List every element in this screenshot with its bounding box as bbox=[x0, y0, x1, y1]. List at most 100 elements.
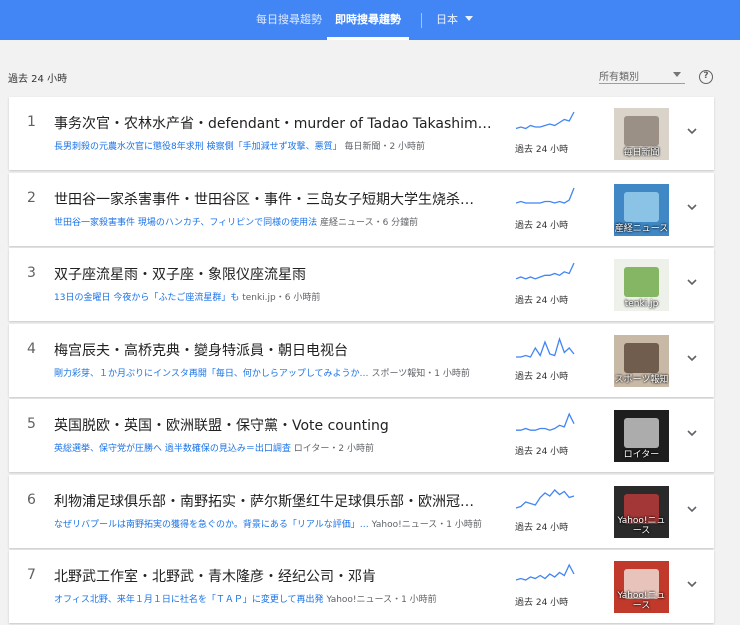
trend-article-line: 13日の金曜日 今夜から「ふたご座流星群」も tenki.jp・6 小時前 bbox=[54, 290, 506, 303]
trend-article-line: なぜリバプールは南野拓実の獲得を急ぐのか。背景にある「リアルな評価」… Yaho… bbox=[54, 517, 506, 530]
trend-article-line: 世田谷一家殺害事件 現場のハンカチ、フィリピンで同様の使用法 産経ニュース・6 … bbox=[54, 215, 506, 228]
trend-thumbnail[interactable]: tenki.jp bbox=[614, 259, 669, 311]
tab-realtime-trends[interactable]: 即時搜尋趨勢 bbox=[327, 0, 409, 40]
article-source-text: 産経ニュース・6 分鐘前 bbox=[320, 217, 419, 228]
trend-article-line: 剛力彩芽、１か月ぶりにインスタ再開「毎日、何かしらアップしてみようか… スポーツ… bbox=[54, 366, 506, 379]
sparkline-line bbox=[515, 111, 575, 130]
trend-title[interactable]: 英国脱欧・英国・欧洲联盟・保守黨・Vote counting bbox=[54, 415, 499, 435]
category-dropdown[interactable]: 所有類別 bbox=[599, 66, 685, 84]
chevron-down-icon[interactable] bbox=[685, 352, 699, 364]
article-link[interactable]: オフィス北野、来年１月１日に社名を「ＴＡＰ」に変更して再出発 bbox=[54, 595, 324, 605]
sparkline-line bbox=[515, 187, 575, 204]
thumbnail-subject bbox=[624, 116, 659, 146]
article-source-text: Yahoo!ニュース・1 小時前 bbox=[371, 519, 482, 530]
trend-rank: 5 bbox=[27, 416, 36, 432]
trend-card[interactable]: 6 利物浦足球俱乐部・南野拓实・萨尔斯堡红牛足球俱乐部・欧洲冠… なぜリバプールは南… bbox=[9, 474, 714, 548]
trend-title[interactable]: 世田谷一家杀害事件・世田谷区・事件・三岛女子短期大学生烧杀… bbox=[54, 189, 499, 209]
country-selector[interactable]: 日本 bbox=[436, 0, 458, 40]
trend-thumbnail[interactable]: 毎日新聞 bbox=[614, 108, 669, 160]
chevron-down-icon[interactable] bbox=[685, 276, 699, 288]
sparkline-label: 過去 24 小時 bbox=[515, 296, 569, 306]
article-source: スポーツ報知・1 小時前 bbox=[369, 368, 470, 379]
trend-rank: 7 bbox=[27, 567, 36, 583]
trend-title[interactable]: 双子座流星雨・双子座・象限仪座流星雨 bbox=[54, 264, 499, 284]
article-link[interactable]: なぜリバプールは南野拓実の獲得を急ぐのか。背景にある「リアルな評価」… bbox=[54, 520, 369, 530]
article-source: Yahoo!ニュース・1 小時前 bbox=[369, 520, 482, 530]
category-dropdown-value[interactable]: 所有類別 bbox=[599, 68, 639, 83]
trend-title[interactable]: 梅宫辰夫・高桥克典・變身特派員・朝日电视台 bbox=[54, 340, 499, 360]
sparkline-line bbox=[516, 412, 575, 431]
top-bar: 每日搜尋趨勢 即時搜尋趨勢 日本 bbox=[0, 0, 740, 40]
article-source-text: ロイター・2 小時前 bbox=[293, 444, 374, 454]
sparkline-label: 過去 24 小時 bbox=[515, 145, 569, 155]
caret-down-icon[interactable] bbox=[465, 16, 473, 21]
trend-rank: 6 bbox=[27, 491, 36, 508]
trend-title[interactable]: 利物浦足球俱乐部・南野拓实・萨尔斯堡红牛足球俱乐部・欧洲冠… bbox=[54, 491, 499, 511]
sparkline-line bbox=[515, 488, 575, 509]
trend-thumbnail[interactable]: Yahoo!ニュース bbox=[614, 561, 669, 613]
sparkline-chart bbox=[515, 111, 575, 130]
trend-card[interactable]: 5 英国脱欧・英国・欧洲联盟・保守黨・Vote counting 英総選挙、保守党が… bbox=[9, 399, 714, 472]
thumbnail-subject bbox=[624, 267, 659, 297]
trend-article-line: 長男刺殺の元農水次官に懲役8年求刑 検察側「手加減せず攻撃、悪質」 毎日新聞・2… bbox=[54, 139, 506, 152]
trend-card[interactable]: 2 世田谷一家杀害事件・世田谷区・事件・三岛女子短期大学生烧杀… 世田谷一家殺害事件… bbox=[9, 172, 714, 246]
trend-rank: 2 bbox=[27, 189, 36, 206]
sparkline-label: 過去 24 小時 bbox=[515, 598, 569, 608]
trend-title[interactable]: 事务次官・农林水产省・defendant・murder of Tadao Tak… bbox=[54, 113, 499, 133]
tab-divider bbox=[421, 13, 422, 28]
chevron-down-icon[interactable] bbox=[685, 201, 699, 213]
timeframe-label: 過去 24 小時 bbox=[8, 74, 68, 85]
article-source: ロイター・2 小時前 bbox=[291, 444, 374, 454]
trend-article-line: オフィス北野、来年１月１日に社名を「ＴＡＰ」に変更して再出発 Yahoo!ニュー… bbox=[54, 592, 506, 605]
trend-thumbnail[interactable]: スポーツ報知 bbox=[614, 334, 669, 387]
thumbnail-subject bbox=[624, 191, 659, 222]
sparkline-line bbox=[515, 563, 575, 581]
trend-title[interactable]: 北野武工作室・北野武・青木隆彦・经纪公司・邓肯 bbox=[54, 566, 499, 586]
trend-rank: 1 bbox=[27, 114, 36, 130]
article-source-text: tenki.jp・6 小時前 bbox=[242, 293, 321, 303]
article-source-text: Yahoo!ニュース・1 小時前 bbox=[326, 595, 437, 605]
trend-card[interactable]: 1 事务次官・农林水产省・defendant・murder of Tadao Ta… bbox=[9, 97, 714, 170]
trend-article-line: 英総選挙、保守党が圧勝へ 過半数確保の見込み＝出口調査 ロイター・2 小時前 bbox=[54, 441, 506, 454]
trend-card[interactable]: 7 北野武工作室・北野武・青木隆彦・经纪公司・邓肯オフィス北野、来年１月１日に社名… bbox=[9, 550, 714, 623]
trend-rank: 3 bbox=[27, 265, 36, 281]
article-link[interactable]: 13日の金曜日 今夜から「ふたご座流星群」も bbox=[54, 293, 239, 303]
chevron-down-icon[interactable] bbox=[685, 578, 699, 590]
article-link[interactable]: 英総選挙、保守党が圧勝へ 過半数確保の見込み＝出口調査 bbox=[54, 444, 291, 454]
thumbnail-subject bbox=[624, 342, 659, 373]
sparkline-label: 過去 24 小時 bbox=[515, 522, 569, 533]
article-link[interactable]: 世田谷一家殺害事件 現場のハンカチ、フィリピンで同様の使用法 bbox=[54, 218, 317, 228]
article-source-text: スポーツ報知・1 小時前 bbox=[371, 368, 470, 379]
article-source: 毎日新聞・2 小時前 bbox=[342, 142, 425, 152]
thumbnail-source-label: ロイター bbox=[623, 450, 660, 460]
sparkline-chart bbox=[516, 412, 575, 431]
sparkline-chart bbox=[515, 187, 575, 204]
chevron-down-icon[interactable] bbox=[685, 503, 699, 515]
chevron-down-icon[interactable] bbox=[685, 125, 699, 137]
article-source-text: 毎日新聞・2 小時前 bbox=[344, 142, 426, 152]
article-source: Yahoo!ニュース・1 小時前 bbox=[324, 595, 437, 605]
article-source: 産経ニュース・6 分鐘前 bbox=[317, 218, 418, 228]
trend-thumbnail[interactable]: Yahoo!ニュース bbox=[614, 485, 669, 538]
thumbnail-source-label: 毎日新聞 bbox=[623, 148, 660, 158]
sparkline-line bbox=[516, 336, 575, 358]
sparkline-chart bbox=[515, 262, 575, 280]
article-link[interactable]: 剛力彩芽、１か月ぶりにインスタ再開「毎日、何かしらアップしてみようか… bbox=[54, 369, 369, 379]
trend-rank: 4 bbox=[27, 340, 36, 357]
tab-daily-trends[interactable]: 每日搜尋趨勢 bbox=[256, 0, 322, 40]
thumbnail-source-label: Yahoo!ニュース bbox=[617, 515, 666, 536]
thumbnail-source-label: スポーツ報知 bbox=[614, 374, 669, 385]
trend-card[interactable]: 4 梅宫辰夫・高桥克典・變身特派員・朝日电视台剛力彩芽、１か月ぶりにインスタ再開「… bbox=[9, 323, 714, 397]
sparkline-chart bbox=[515, 563, 575, 581]
article-link[interactable]: 長男刺殺の元農水次官に懲役8年求刑 検察側「手加減せず攻撃、悪質」 bbox=[54, 142, 342, 152]
caret-down-icon[interactable] bbox=[673, 72, 681, 77]
trend-card[interactable]: 3 双子座流星雨・双子座・象限仪座流星雨 13日の金曜日 今夜から「ふたご座流星群」… bbox=[9, 248, 714, 321]
sparkline-label: 過去 24 小時 bbox=[515, 220, 569, 231]
thumbnail-subject bbox=[624, 418, 659, 448]
trend-thumbnail[interactable]: 産経ニュース bbox=[614, 183, 669, 236]
thumbnail-source-label: 産経ニュース bbox=[614, 223, 669, 234]
help-icon[interactable]: ? bbox=[699, 70, 713, 84]
trend-thumbnail[interactable]: ロイター bbox=[614, 410, 669, 462]
chevron-down-icon[interactable] bbox=[685, 427, 699, 439]
article-source: tenki.jp・6 小時前 bbox=[239, 293, 320, 303]
